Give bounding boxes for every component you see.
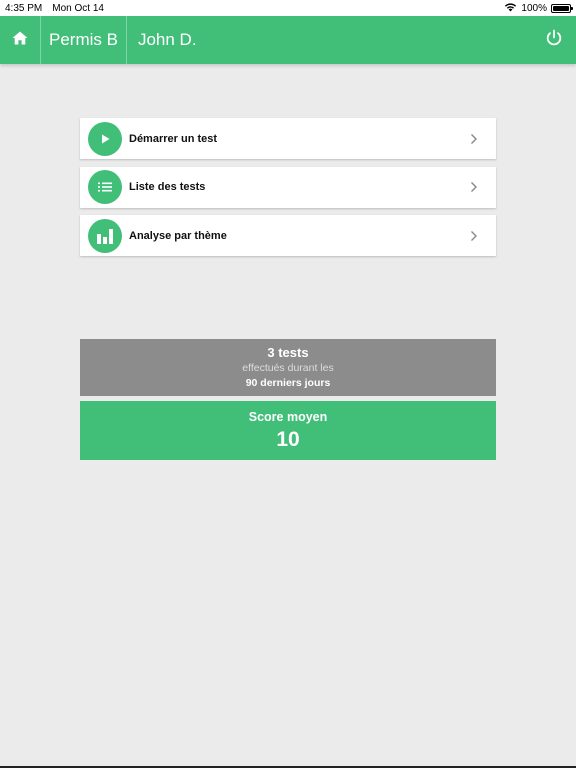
bar-chart-icon [88,218,122,253]
tests-description: effectués durant les [242,361,334,374]
nav-user-name[interactable]: John D. [127,16,208,64]
list-icon [88,170,122,204]
score-value: 10 [276,427,300,451]
power-icon [545,29,563,52]
home-button[interactable] [0,16,41,64]
play-icon [88,121,122,156]
menu-item-test-list[interactable]: Liste des tests [80,166,496,208]
score-label: Score moyen [248,409,328,424]
status-time: 4:35 PM [5,2,43,14]
menu-item-label: Démarrer un test [129,132,218,145]
tests-summary-panel: 3 tests effectués durant les 90 derniers… [80,339,496,396]
chevron-right-icon [470,133,478,145]
tests-period: 90 derniers jours [245,376,331,389]
menu-item-label: Liste des tests [129,181,206,193]
main-menu: Démarrer un test Liste des tests Analyse… [80,118,496,264]
nav-section-title[interactable]: Permis B [41,16,127,64]
average-score-panel: Score moyen 10 [80,401,496,460]
status-bar: 4:35 PM Mon Oct 14 100% [0,0,576,16]
menu-item-start-test[interactable]: Démarrer un test [80,118,496,159]
logout-button[interactable] [532,16,576,64]
tests-count: 3 tests [267,344,309,360]
battery-fill [553,5,569,11]
wifi-icon [504,2,517,15]
home-icon [12,31,28,50]
status-date: Mon Oct 14 [52,2,104,14]
battery-percent: 100% [521,2,547,14]
chevron-right-icon [470,230,478,242]
status-right-group: 100% [504,2,573,15]
menu-item-theme-analysis[interactable]: Analyse par thème [80,215,496,256]
top-navbar: Permis B John D. [0,16,576,64]
chevron-right-icon [470,181,478,193]
battery-icon [551,3,573,13]
menu-item-label: Analyse par thème [129,229,227,242]
